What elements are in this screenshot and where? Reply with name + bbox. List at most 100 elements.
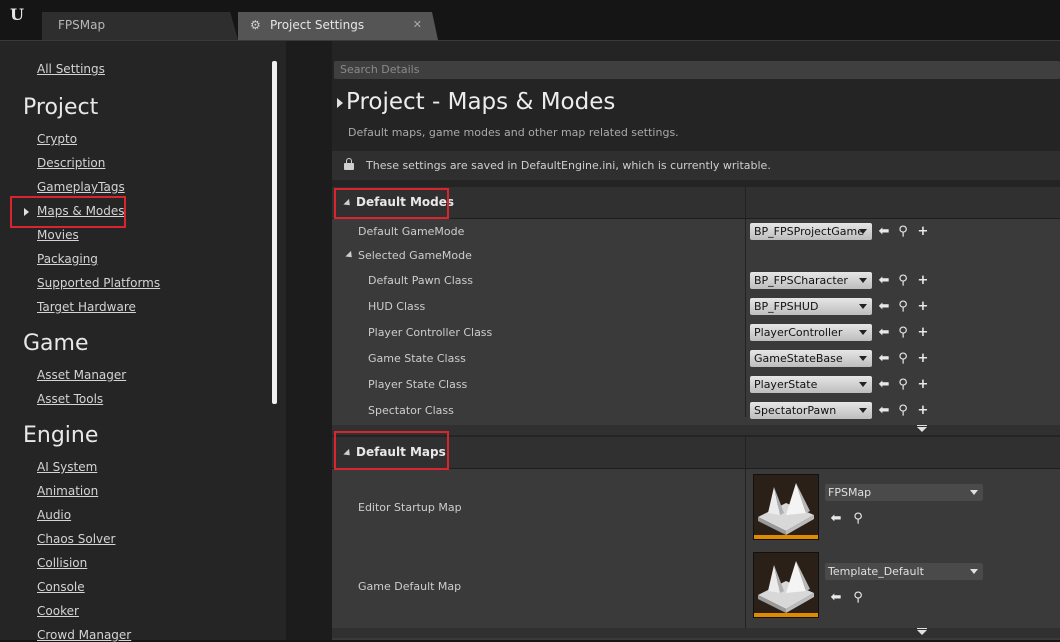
sidebar-item-all-settings[interactable]: All Settings [37,62,105,76]
advanced-expander[interactable] [332,628,1060,638]
sidebar-item-movies[interactable]: Movies [37,228,79,242]
row-label: Spectator Class [368,404,454,417]
sidebar-item-animation[interactable]: Animation [37,484,98,498]
notice-text: These settings are saved in DefaultEngin… [366,159,771,172]
sidebar-item-chaos-solver[interactable]: Chaos Solver [37,532,115,546]
dropdown-value: PlayerState [754,378,818,391]
use-selected-arrow-icon[interactable]: ⬅ [877,225,891,239]
add-plus-icon[interactable]: + [916,225,930,239]
sidebar-item-asset-manager[interactable]: Asset Manager [37,368,126,382]
sidebar-item-description[interactable]: Description [37,156,105,170]
sidebar-group-game: Game [23,331,89,356]
add-plus-icon[interactable]: + [916,404,930,418]
default-modes-section: Default Modes Default GameMode BP_FPSPro… [332,187,1060,435]
sidebar-item-ai-system[interactable]: AI System [37,460,97,474]
dropdown-value: Template_Default [828,565,924,578]
sidebar-item-supported-platforms[interactable]: Supported Platforms [37,276,160,290]
use-selected-arrow-icon[interactable]: ⬅ [877,274,891,288]
sidebar-item-collision[interactable]: Collision [37,556,87,570]
browse-search-icon[interactable]: ⚲ [896,378,910,392]
add-plus-icon[interactable]: + [916,274,930,288]
use-selected-arrow-icon[interactable]: ⬅ [877,300,891,314]
browse-search-icon[interactable]: ⚲ [896,404,910,418]
dropdown-value: GameStateBase [754,352,843,365]
collapse-arrow-icon[interactable] [337,98,343,108]
row-label: Game Default Map [358,580,462,593]
sidebar-group-project: Project [23,95,99,120]
expand-arrow-icon[interactable] [345,250,355,261]
config-notice: These settings are saved in DefaultEngin… [332,151,1060,180]
dropdown-value: BP_FPSProjectGame [754,225,865,238]
player-state-class-dropdown[interactable]: PlayerState [750,376,872,393]
row-label: Player State Class [368,378,468,391]
search-input[interactable]: Search Details [334,61,1060,79]
chevron-down-icon [859,382,867,387]
default-pawn-class-dropdown[interactable]: BP_FPSCharacter [750,272,872,289]
use-selected-arrow-icon[interactable]: ⬅ [877,404,891,418]
expand-down-icon [917,425,927,432]
sidebar-item-crypto[interactable]: Crypto [37,132,77,146]
use-selected-arrow-icon[interactable]: ⬅ [829,512,843,526]
dropdown-value: FPSMap [828,486,872,499]
use-selected-arrow-icon[interactable]: ⬅ [877,352,891,366]
map-thumbnail[interactable] [753,552,819,618]
default-gamemode-dropdown[interactable]: BP_FPSProjectGame [750,223,872,240]
title-bar: U FPSMap ⚙ Project Settings ✕ [0,0,1060,40]
use-selected-arrow-icon[interactable]: ⬅ [877,378,891,392]
tab-fpsmap[interactable]: FPSMap [42,12,238,40]
browse-search-icon[interactable]: ⚲ [896,300,910,314]
chevron-down-icon [970,490,978,495]
browse-search-icon[interactable]: ⚲ [896,225,910,239]
dropdown-value: PlayerController [754,326,843,339]
sidebar-item-cooker[interactable]: Cooker [37,604,79,618]
editor-startup-map-dropdown[interactable]: FPSMap [825,484,983,501]
browse-search-icon[interactable]: ⚲ [851,591,865,605]
close-icon[interactable]: ✕ [413,12,422,38]
selected-gamemode-label: Selected GameMode [358,249,472,262]
map-thumbnail[interactable] [753,474,819,540]
page-title: Project - Maps & Modes [346,89,616,115]
sidebar-item-target-hardware[interactable]: Target Hardware [37,300,136,314]
dropdown-value: SpectatorPawn [754,404,837,417]
sidebar-item-crowd-manager[interactable]: Crowd Manager [37,628,131,642]
sidebar-item-asset-tools[interactable]: Asset Tools [37,392,103,406]
use-selected-arrow-icon[interactable]: ⬅ [877,326,891,340]
sidebar-item-packaging[interactable]: Packaging [37,252,98,266]
row-label: Game State Class [368,352,466,365]
browse-search-icon[interactable]: ⚲ [896,326,910,340]
tab-label: Project Settings [270,18,365,32]
game-state-class-dropdown[interactable]: GameStateBase [750,350,872,367]
browse-search-icon[interactable]: ⚲ [851,512,865,526]
add-plus-icon[interactable]: + [916,300,930,314]
sidebar-item-audio[interactable]: Audio [37,508,71,522]
browse-search-icon[interactable]: ⚲ [896,352,910,366]
highlight-box [10,196,126,228]
hud-class-dropdown[interactable]: BP_FPSHUD [750,298,872,315]
unlock-icon [344,158,354,170]
row-label: Default Pawn Class [368,274,473,287]
panel-splitter[interactable] [286,41,332,640]
game-default-map-dropdown[interactable]: Template_Default [825,563,983,580]
browse-search-icon[interactable]: ⚲ [896,274,910,288]
add-plus-icon[interactable]: + [916,378,930,392]
unreal-engine-logo-icon[interactable]: U [6,4,28,26]
add-plus-icon[interactable]: + [916,352,930,366]
page-subtitle: Default maps, game modes and other map r… [348,126,679,139]
sidebar-group-engine: Engine [23,423,99,448]
sidebar-item-console[interactable]: Console [37,580,85,594]
dropdown-value: BP_FPSCharacter [754,274,848,287]
expand-down-icon [917,628,927,635]
settings-window: All Settings Project Crypto Description … [0,40,1060,642]
sidebar-scrollbar[interactable] [272,61,277,404]
chevron-down-icon [859,278,867,283]
sidebar-item-gameplaytags[interactable]: GameplayTags [37,180,125,194]
map-thumbnail-icon [758,483,814,535]
row-label: Default GameMode [358,225,465,238]
use-selected-arrow-icon[interactable]: ⬅ [829,591,843,605]
player-controller-class-dropdown[interactable]: PlayerController [750,324,872,341]
highlight-box [334,188,449,219]
spectator-class-dropdown[interactable]: SpectatorPawn [750,402,872,419]
add-plus-icon[interactable]: + [916,326,930,340]
chevron-down-icon [970,569,978,574]
tab-project-settings[interactable]: ⚙ Project Settings ✕ [238,12,438,40]
